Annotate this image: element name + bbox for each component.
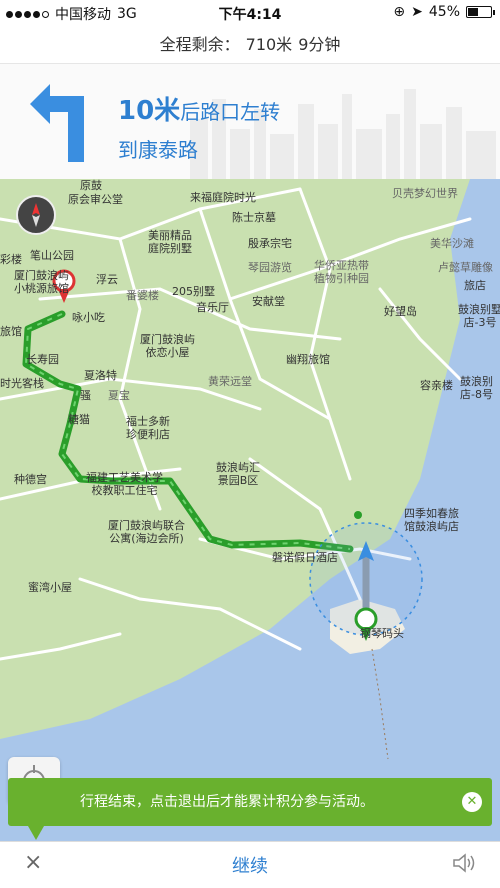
- trip-end-toast[interactable]: 行程结束，点击退出后才能累计积分参与活动。 ✕: [8, 778, 492, 826]
- battery-percent: 45%: [428, 4, 460, 20]
- poi-label: 钢琴码头: [360, 627, 404, 640]
- poi-label: 彩楼: [0, 253, 22, 266]
- poi-label: 鼓浪别墅 店-3号: [458, 303, 500, 330]
- poi-label: 番婆楼: [126, 289, 159, 302]
- poi-label: 夏洛特: [84, 369, 117, 382]
- poi-label: 夏宝: [108, 389, 130, 402]
- turn-distance: 10米: [118, 96, 181, 126]
- poi-label: 鼓浪别 店-8号: [460, 375, 493, 402]
- location-arrow-icon: ➤: [411, 4, 423, 20]
- poi-label: 安献堂: [252, 295, 285, 308]
- poi-label: 幽翔旅馆: [286, 353, 330, 366]
- poi-label: 华侨亚热带 植物引种园: [314, 259, 369, 286]
- poi-label: 咏小吃: [72, 311, 105, 324]
- poi-label: 磐诺假日酒店: [272, 551, 338, 564]
- poi-label: 容亲楼: [420, 379, 453, 392]
- poi-label: 糖猫: [68, 413, 90, 426]
- poi-label: 厦门鼓浪屿 依恋小屋: [140, 333, 195, 360]
- poi-label: 205别墅: [172, 285, 215, 298]
- poi-label: 鼓浪屿汇 景园B区: [216, 461, 260, 488]
- poi-label: 贝壳梦幻世界: [392, 187, 458, 200]
- poi-label: 长寿园: [26, 353, 59, 366]
- poi-label: 时光客栈: [0, 377, 44, 390]
- poi-label: 浮云: [96, 273, 118, 286]
- turn-action: 后路口左转: [180, 100, 281, 124]
- turn-left-arrow-icon: [30, 84, 84, 162]
- poi-label: 黄荣远堂: [208, 375, 252, 388]
- orientation-lock-icon: ⊕: [393, 4, 406, 20]
- poi-label: 陈士京墓: [232, 211, 276, 224]
- poi-label: 来福庭院时光: [190, 191, 256, 204]
- compass-icon[interactable]: [16, 195, 56, 235]
- toast-message: 行程结束，点击退出后才能累计积分参与活动。: [80, 794, 374, 810]
- poi-label: 美丽精品 庭院别墅: [148, 229, 192, 256]
- poi-label: 原鼓: [80, 179, 102, 192]
- toast-close-icon[interactable]: ✕: [462, 792, 482, 812]
- poi-label: 蜜湾小屋: [28, 581, 72, 594]
- continue-button[interactable]: 继续: [0, 852, 500, 878]
- status-bar: 中国移动 3G 下午4:14 ⊕ ➤ 45%: [0, 0, 500, 26]
- poi-label: 原会审公堂: [68, 193, 123, 206]
- poi-label: 音乐厅: [196, 301, 229, 314]
- poi-label: 旅店: [464, 279, 486, 292]
- poi-label: 种德宫: [14, 473, 47, 486]
- bottom-bar: × 继续: [0, 841, 500, 888]
- poi-label: 卢懿草雕像: [438, 261, 493, 274]
- poi-label: 好望岛: [384, 305, 417, 318]
- poi-label: 美华沙滩: [430, 237, 474, 250]
- map-view[interactable]: 原会审公堂 来福庭院时光 陈士京墓 美丽精品 庭院别墅 殷承宗宅 笔山公园 厦门鼓…: [0, 179, 500, 841]
- poi-label: 厦门鼓浪屿 小桃源旅馆: [14, 269, 69, 296]
- toast-pointer: [28, 826, 44, 840]
- poi-label: 笔山公园: [30, 249, 74, 262]
- poi-label: 琴园游览: [248, 261, 292, 274]
- battery-fill: [468, 8, 478, 16]
- status-right: ⊕ ➤ 45%: [393, 4, 495, 20]
- remaining-distance: 710米: [245, 35, 293, 54]
- poi-label: 骚: [80, 389, 91, 402]
- poi-label: 福建工艺美术学 校教职工住宅: [86, 471, 163, 498]
- poi-label: 旅馆: [0, 325, 22, 338]
- poi-label: 福士多新 珍便利店: [126, 415, 170, 442]
- poi-label: 厦门鼓浪屿联合 公寓(海边会所): [108, 519, 185, 546]
- poi-label: 四季如春旅 馆鼓浪屿店: [404, 507, 459, 534]
- battery-icon: [466, 6, 495, 18]
- speaker-icon[interactable]: [452, 852, 478, 874]
- poi-label: 殷承宗宅: [248, 237, 292, 250]
- remaining-time: 9分钟: [298, 35, 341, 54]
- next-road-name: 到康泰路: [118, 138, 198, 162]
- navigation-instruction-card: 10米后路口左转 到康泰路: [0, 64, 500, 179]
- turn-instruction: 10米后路口左转: [118, 90, 280, 127]
- remaining-label: 全程剩余：: [159, 35, 240, 54]
- trip-remaining-bar: 全程剩余： 710米 9分钟: [0, 26, 500, 64]
